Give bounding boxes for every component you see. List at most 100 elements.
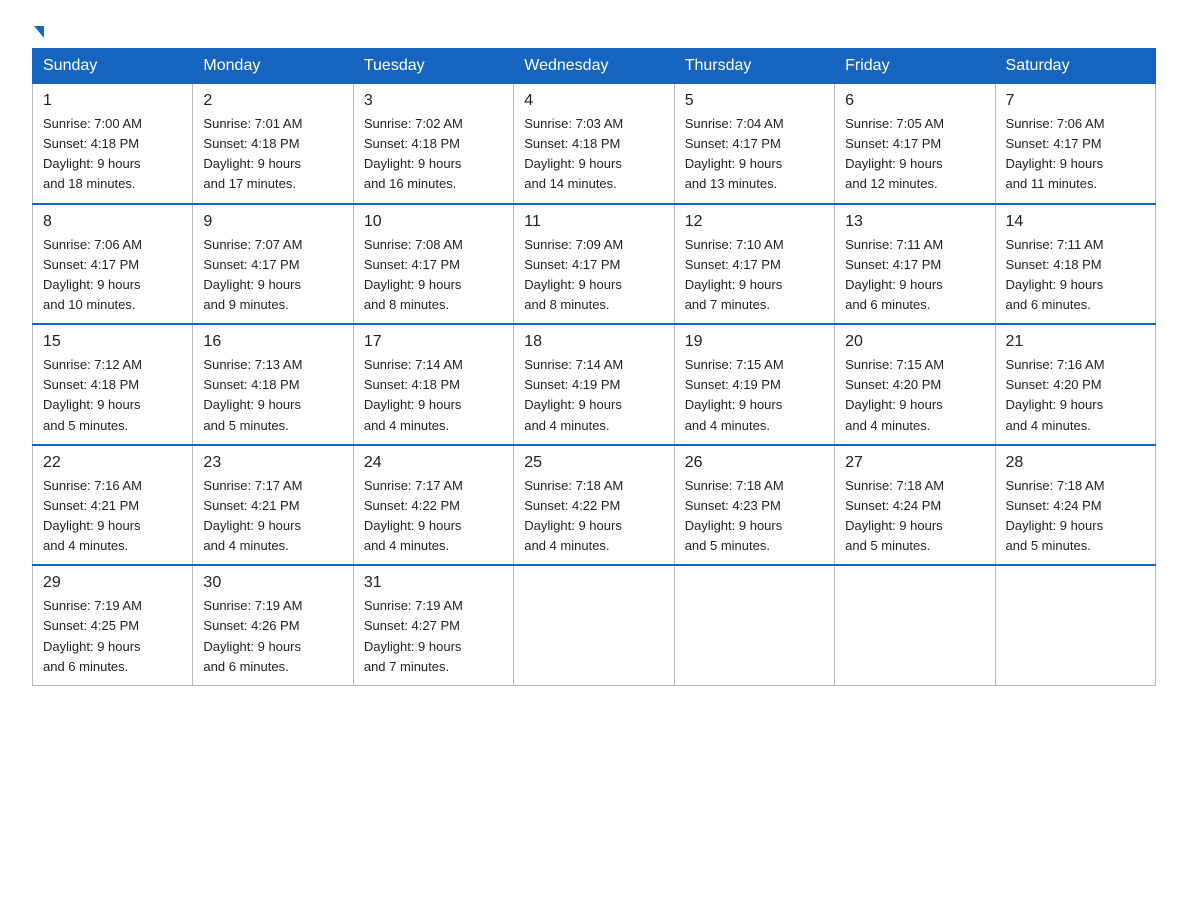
calendar-cell: 24 Sunrise: 7:17 AM Sunset: 4:22 PM Dayl… xyxy=(353,445,513,566)
day-info: Sunrise: 7:15 AM Sunset: 4:20 PM Dayligh… xyxy=(845,355,984,436)
day-info: Sunrise: 7:16 AM Sunset: 4:21 PM Dayligh… xyxy=(43,476,182,557)
calendar-cell: 23 Sunrise: 7:17 AM Sunset: 4:21 PM Dayl… xyxy=(193,445,353,566)
calendar-cell: 29 Sunrise: 7:19 AM Sunset: 4:25 PM Dayl… xyxy=(33,565,193,685)
calendar-cell: 10 Sunrise: 7:08 AM Sunset: 4:17 PM Dayl… xyxy=(353,204,513,325)
calendar-cell: 2 Sunrise: 7:01 AM Sunset: 4:18 PM Dayli… xyxy=(193,84,353,204)
day-number: 10 xyxy=(364,213,503,231)
calendar-cell: 16 Sunrise: 7:13 AM Sunset: 4:18 PM Dayl… xyxy=(193,324,353,445)
calendar-cell: 30 Sunrise: 7:19 AM Sunset: 4:26 PM Dayl… xyxy=(193,565,353,685)
day-number: 8 xyxy=(43,213,182,231)
day-number: 4 xyxy=(524,92,663,110)
calendar-cell: 12 Sunrise: 7:10 AM Sunset: 4:17 PM Dayl… xyxy=(674,204,834,325)
weekday-header-saturday: Saturday xyxy=(995,49,1155,84)
calendar-cell: 26 Sunrise: 7:18 AM Sunset: 4:23 PM Dayl… xyxy=(674,445,834,566)
day-number: 13 xyxy=(845,213,984,231)
weekday-header-wednesday: Wednesday xyxy=(514,49,674,84)
day-number: 27 xyxy=(845,454,984,472)
day-info: Sunrise: 7:19 AM Sunset: 4:26 PM Dayligh… xyxy=(203,596,342,677)
day-info: Sunrise: 7:14 AM Sunset: 4:18 PM Dayligh… xyxy=(364,355,503,436)
calendar-cell: 9 Sunrise: 7:07 AM Sunset: 4:17 PM Dayli… xyxy=(193,204,353,325)
day-info: Sunrise: 7:16 AM Sunset: 4:20 PM Dayligh… xyxy=(1006,355,1145,436)
day-info: Sunrise: 7:02 AM Sunset: 4:18 PM Dayligh… xyxy=(364,114,503,195)
day-info: Sunrise: 7:19 AM Sunset: 4:27 PM Dayligh… xyxy=(364,596,503,677)
weekday-header-monday: Monday xyxy=(193,49,353,84)
calendar-cell: 21 Sunrise: 7:16 AM Sunset: 4:20 PM Dayl… xyxy=(995,324,1155,445)
calendar-cell xyxy=(674,565,834,685)
weekday-header-thursday: Thursday xyxy=(674,49,834,84)
day-number: 3 xyxy=(364,92,503,110)
day-number: 21 xyxy=(1006,333,1145,351)
day-info: Sunrise: 7:00 AM Sunset: 4:18 PM Dayligh… xyxy=(43,114,182,195)
logo xyxy=(32,28,44,40)
calendar-cell: 5 Sunrise: 7:04 AM Sunset: 4:17 PM Dayli… xyxy=(674,84,834,204)
day-number: 29 xyxy=(43,574,182,592)
day-info: Sunrise: 7:03 AM Sunset: 4:18 PM Dayligh… xyxy=(524,114,663,195)
calendar-cell: 14 Sunrise: 7:11 AM Sunset: 4:18 PM Dayl… xyxy=(995,204,1155,325)
day-info: Sunrise: 7:19 AM Sunset: 4:25 PM Dayligh… xyxy=(43,596,182,677)
calendar-cell: 18 Sunrise: 7:14 AM Sunset: 4:19 PM Dayl… xyxy=(514,324,674,445)
day-number: 22 xyxy=(43,454,182,472)
day-number: 24 xyxy=(364,454,503,472)
day-info: Sunrise: 7:18 AM Sunset: 4:24 PM Dayligh… xyxy=(845,476,984,557)
calendar-cell: 6 Sunrise: 7:05 AM Sunset: 4:17 PM Dayli… xyxy=(835,84,995,204)
calendar-header-row: SundayMondayTuesdayWednesdayThursdayFrid… xyxy=(33,49,1156,84)
day-info: Sunrise: 7:18 AM Sunset: 4:24 PM Dayligh… xyxy=(1006,476,1145,557)
day-number: 15 xyxy=(43,333,182,351)
calendar-cell: 1 Sunrise: 7:00 AM Sunset: 4:18 PM Dayli… xyxy=(33,84,193,204)
day-number: 1 xyxy=(43,92,182,110)
day-number: 11 xyxy=(524,213,663,231)
calendar-cell: 7 Sunrise: 7:06 AM Sunset: 4:17 PM Dayli… xyxy=(995,84,1155,204)
calendar-cell: 8 Sunrise: 7:06 AM Sunset: 4:17 PM Dayli… xyxy=(33,204,193,325)
calendar-cell: 31 Sunrise: 7:19 AM Sunset: 4:27 PM Dayl… xyxy=(353,565,513,685)
calendar-cell: 28 Sunrise: 7:18 AM Sunset: 4:24 PM Dayl… xyxy=(995,445,1155,566)
calendar-cell: 11 Sunrise: 7:09 AM Sunset: 4:17 PM Dayl… xyxy=(514,204,674,325)
day-info: Sunrise: 7:10 AM Sunset: 4:17 PM Dayligh… xyxy=(685,235,824,316)
page-header xyxy=(32,24,1156,40)
calendar-cell: 27 Sunrise: 7:18 AM Sunset: 4:24 PM Dayl… xyxy=(835,445,995,566)
day-number: 25 xyxy=(524,454,663,472)
calendar-cell: 15 Sunrise: 7:12 AM Sunset: 4:18 PM Dayl… xyxy=(33,324,193,445)
weekday-header-sunday: Sunday xyxy=(33,49,193,84)
calendar-week-row: 22 Sunrise: 7:16 AM Sunset: 4:21 PM Dayl… xyxy=(33,445,1156,566)
day-info: Sunrise: 7:13 AM Sunset: 4:18 PM Dayligh… xyxy=(203,355,342,436)
day-info: Sunrise: 7:17 AM Sunset: 4:22 PM Dayligh… xyxy=(364,476,503,557)
logo-triangle-icon xyxy=(34,26,44,38)
calendar-cell: 17 Sunrise: 7:14 AM Sunset: 4:18 PM Dayl… xyxy=(353,324,513,445)
calendar-cell: 4 Sunrise: 7:03 AM Sunset: 4:18 PM Dayli… xyxy=(514,84,674,204)
weekday-header-friday: Friday xyxy=(835,49,995,84)
calendar-week-row: 29 Sunrise: 7:19 AM Sunset: 4:25 PM Dayl… xyxy=(33,565,1156,685)
day-info: Sunrise: 7:17 AM Sunset: 4:21 PM Dayligh… xyxy=(203,476,342,557)
calendar-week-row: 1 Sunrise: 7:00 AM Sunset: 4:18 PM Dayli… xyxy=(33,84,1156,204)
calendar-cell xyxy=(514,565,674,685)
day-number: 19 xyxy=(685,333,824,351)
day-info: Sunrise: 7:14 AM Sunset: 4:19 PM Dayligh… xyxy=(524,355,663,436)
day-info: Sunrise: 7:09 AM Sunset: 4:17 PM Dayligh… xyxy=(524,235,663,316)
day-info: Sunrise: 7:07 AM Sunset: 4:17 PM Dayligh… xyxy=(203,235,342,316)
calendar-cell: 25 Sunrise: 7:18 AM Sunset: 4:22 PM Dayl… xyxy=(514,445,674,566)
calendar-cell: 3 Sunrise: 7:02 AM Sunset: 4:18 PM Dayli… xyxy=(353,84,513,204)
day-number: 7 xyxy=(1006,92,1145,110)
day-number: 28 xyxy=(1006,454,1145,472)
day-number: 18 xyxy=(524,333,663,351)
day-info: Sunrise: 7:11 AM Sunset: 4:18 PM Dayligh… xyxy=(1006,235,1145,316)
day-number: 9 xyxy=(203,213,342,231)
calendar-week-row: 8 Sunrise: 7:06 AM Sunset: 4:17 PM Dayli… xyxy=(33,204,1156,325)
calendar-cell: 20 Sunrise: 7:15 AM Sunset: 4:20 PM Dayl… xyxy=(835,324,995,445)
day-number: 31 xyxy=(364,574,503,592)
calendar-week-row: 15 Sunrise: 7:12 AM Sunset: 4:18 PM Dayl… xyxy=(33,324,1156,445)
day-info: Sunrise: 7:04 AM Sunset: 4:17 PM Dayligh… xyxy=(685,114,824,195)
day-number: 17 xyxy=(364,333,503,351)
calendar-table: SundayMondayTuesdayWednesdayThursdayFrid… xyxy=(32,48,1156,686)
calendar-cell: 13 Sunrise: 7:11 AM Sunset: 4:17 PM Dayl… xyxy=(835,204,995,325)
calendar-cell xyxy=(835,565,995,685)
calendar-cell: 22 Sunrise: 7:16 AM Sunset: 4:21 PM Dayl… xyxy=(33,445,193,566)
day-number: 30 xyxy=(203,574,342,592)
day-info: Sunrise: 7:11 AM Sunset: 4:17 PM Dayligh… xyxy=(845,235,984,316)
day-number: 20 xyxy=(845,333,984,351)
day-info: Sunrise: 7:05 AM Sunset: 4:17 PM Dayligh… xyxy=(845,114,984,195)
day-number: 6 xyxy=(845,92,984,110)
day-number: 23 xyxy=(203,454,342,472)
day-info: Sunrise: 7:06 AM Sunset: 4:17 PM Dayligh… xyxy=(43,235,182,316)
day-info: Sunrise: 7:18 AM Sunset: 4:23 PM Dayligh… xyxy=(685,476,824,557)
day-number: 14 xyxy=(1006,213,1145,231)
